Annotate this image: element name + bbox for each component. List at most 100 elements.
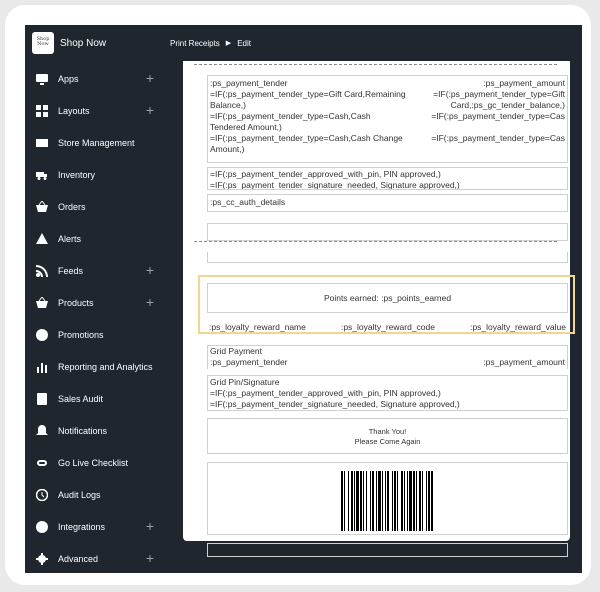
layouts-icon	[36, 105, 48, 117]
payment-value: =IF(:ps_payment_tender_type=Cas	[431, 133, 565, 143]
warning-icon	[36, 233, 48, 245]
payment-row: Balance,) Card,:ps_gc_tender_balance,)	[210, 100, 565, 111]
sidebar-item-inventory[interactable]: Inventory	[25, 159, 170, 191]
divider	[194, 241, 557, 242]
expand-plus-icon[interactable]: +	[144, 551, 156, 565]
integrations-icon	[36, 521, 48, 533]
payment-tender-block[interactable]: :ps_payment_tender:ps_payment_amount =IF(…	[207, 75, 568, 163]
sidebar-item-advanced[interactable]: Advanced +	[25, 543, 170, 573]
expand-plus-icon[interactable]: +	[144, 263, 156, 277]
cc-auth-block[interactable]: :ps_cc_auth_details	[207, 194, 568, 212]
barcode	[210, 471, 565, 531]
approval-pin-line: =IF(:ps_payment_tender_approved_with_pin…	[210, 169, 441, 179]
come-again-text: Please Come Again	[354, 437, 421, 446]
basket-icon	[36, 201, 48, 213]
thank-you-block[interactable]: Thank You! Please Come Again	[207, 418, 568, 454]
payment-row: =IF(:ps_payment_tender_type=Gift Card,Re…	[210, 89, 565, 100]
sidebar-nav: Apps + Layouts + Store Management Inventory Or…	[25, 63, 170, 573]
receipt-editor: :ps_payment_tender:ps_payment_amount =IF(…	[183, 61, 575, 557]
sidebar-item-alerts[interactable]: Alerts	[25, 223, 170, 255]
sidebar-item-label: Layouts	[58, 106, 90, 116]
sidebar-item-audit-logs[interactable]: Audit Logs	[25, 479, 170, 511]
sidebar-item-label: Inventory	[58, 170, 96, 180]
divider	[194, 64, 557, 65]
basket-icon	[36, 297, 48, 309]
app-name: Shop Now	[60, 37, 107, 49]
sidebar-item-apps[interactable]: Apps +	[25, 63, 170, 95]
expand-plus-icon[interactable]: +	[144, 295, 156, 309]
barcode-bar	[433, 471, 434, 531]
payment-label: :ps_payment_tender	[210, 78, 288, 88]
sidebar-item-feeds[interactable]: Feeds +	[25, 255, 170, 287]
store-icon	[36, 137, 48, 149]
sidebar-item-promotions[interactable]: Promotions	[25, 319, 170, 351]
loyalty-reward-name: :ps_loyalty_reward_name	[209, 322, 306, 332]
expand-plus-icon[interactable]: +	[144, 103, 156, 117]
sidebar-item-label: Apps	[58, 74, 79, 84]
breadcrumb-page: Edit	[237, 38, 251, 48]
grid-pin-signature-block[interactable]: Grid Pin/Signature =IF(:ps_payment_tende…	[207, 375, 568, 411]
empty-block[interactable]	[207, 252, 568, 263]
points-earned-text: Points earned: :ps_points_earned	[323, 293, 452, 303]
sidebar-item-label: Products	[58, 298, 94, 308]
expand-plus-icon[interactable]: +	[144, 71, 156, 85]
sidebar-item-integrations[interactable]: Integrations +	[25, 511, 170, 543]
sidebar-item-reporting-and-analytics[interactable]: Reporting and Analytics	[25, 351, 170, 383]
loyalty-reward-value: :ps_loyalty_reward_value	[470, 322, 566, 332]
grid-signature-line: =IF(:ps_payment_tender_signature_needed,…	[210, 399, 460, 409]
breadcrumb-section[interactable]: Print Receipts	[170, 39, 220, 48]
sidebar-item-label: Go Live Checklist	[58, 458, 129, 468]
thank-you-text: Thank You!	[368, 427, 407, 436]
cc-auth-text: :ps_cc_auth_details	[210, 197, 286, 207]
payment-label: =IF(:ps_payment_tender_type=Cash,Cash Ch…	[210, 133, 403, 143]
top-bar: Print Receipts ▶ Edit	[170, 25, 582, 61]
grid-pin-title: Grid Pin/Signature	[210, 377, 280, 387]
window-frame: Shop Now Shop Now Apps + Layouts + Store Man…	[5, 5, 591, 585]
chevron-right-icon: ▶	[225, 40, 232, 47]
sidebar-item-label: Promotions	[58, 330, 104, 340]
sidebar-item-label: Sales Audit	[58, 394, 104, 404]
approval-signature-line: =IF(:ps_payment_tender_signature_needed,…	[210, 180, 460, 190]
main-content: :ps_payment_tender:ps_payment_amount =IF(…	[170, 61, 582, 573]
payment-label: =IF(:ps_payment_tender_type=Cash,Cash	[210, 111, 371, 121]
sidebar-item-label: Notifications	[58, 426, 108, 436]
loyalty-reward-row[interactable]: :ps_loyalty_reward_name :ps_loyalty_rewa…	[207, 320, 568, 334]
payment-value: =IF(:ps_payment_tender_type=Cas	[431, 111, 565, 121]
sidebar-item-orders[interactable]: Orders	[25, 191, 170, 223]
sidebar-item-sales-audit[interactable]: Sales Audit	[25, 383, 170, 415]
sidebar-item-label: Integrations	[58, 522, 106, 532]
bell-icon	[36, 425, 48, 437]
empty-block[interactable]	[207, 223, 568, 241]
payment-row: :ps_payment_tender:ps_payment_amount	[210, 78, 565, 89]
loyalty-reward-code: :ps_loyalty_reward_code	[340, 322, 435, 332]
sidebar-item-layouts[interactable]: Layouts +	[25, 95, 170, 127]
empty-block[interactable]	[207, 543, 568, 557]
brand[interactable]: Shop Now Shop Now	[25, 25, 170, 61]
barcode-block[interactable]	[207, 462, 568, 535]
payment-value: Card,:ps_gc_tender_balance,)	[450, 100, 565, 110]
link-icon	[36, 457, 48, 469]
rss-icon	[36, 265, 48, 277]
points-earned-block[interactable]: Points earned: :ps_points_earned	[207, 283, 568, 313]
payment-value: =IF(:ps_payment_tender_type=Gift	[433, 89, 565, 99]
sidebar-item-notifications[interactable]: Notifications	[25, 415, 170, 447]
sidebar-item-products[interactable]: Products +	[25, 287, 170, 319]
expand-plus-icon[interactable]: +	[144, 519, 156, 533]
sidebar-item-label: Audit Logs	[58, 490, 101, 500]
grid-payment-tender: :ps_payment_tender	[210, 357, 288, 367]
payment-row: =IF(:ps_payment_tender_type=Cash,Cash =IF…	[210, 111, 565, 122]
sidebar-item-store-management[interactable]: Store Management	[25, 127, 170, 159]
sidebar-item-label: Orders	[58, 202, 86, 212]
gear-icon	[36, 553, 48, 565]
app-window: Shop Now Shop Now Apps + Layouts + Store Man…	[25, 25, 582, 573]
approval-block[interactable]: =IF(:ps_payment_tender_approved_with_pin…	[207, 167, 568, 190]
grid-pin-line: =IF(:ps_payment_tender_approved_with_pin…	[210, 388, 441, 398]
logo: Shop Now	[32, 32, 54, 54]
grid-payment-amount: :ps_payment_amount	[483, 357, 565, 367]
payment-label: Amount,)	[210, 144, 245, 154]
sidebar: Shop Now Shop Now Apps + Layouts + Store Man…	[25, 25, 170, 573]
payment-label: Balance,)	[210, 100, 246, 110]
grid-payment-block[interactable]: Grid Payment :ps_payment_tender :ps_paym…	[207, 345, 568, 369]
payment-label: Tendered Amount,)	[210, 122, 282, 132]
sidebar-item-go-live-checklist[interactable]: Go Live Checklist	[25, 447, 170, 479]
